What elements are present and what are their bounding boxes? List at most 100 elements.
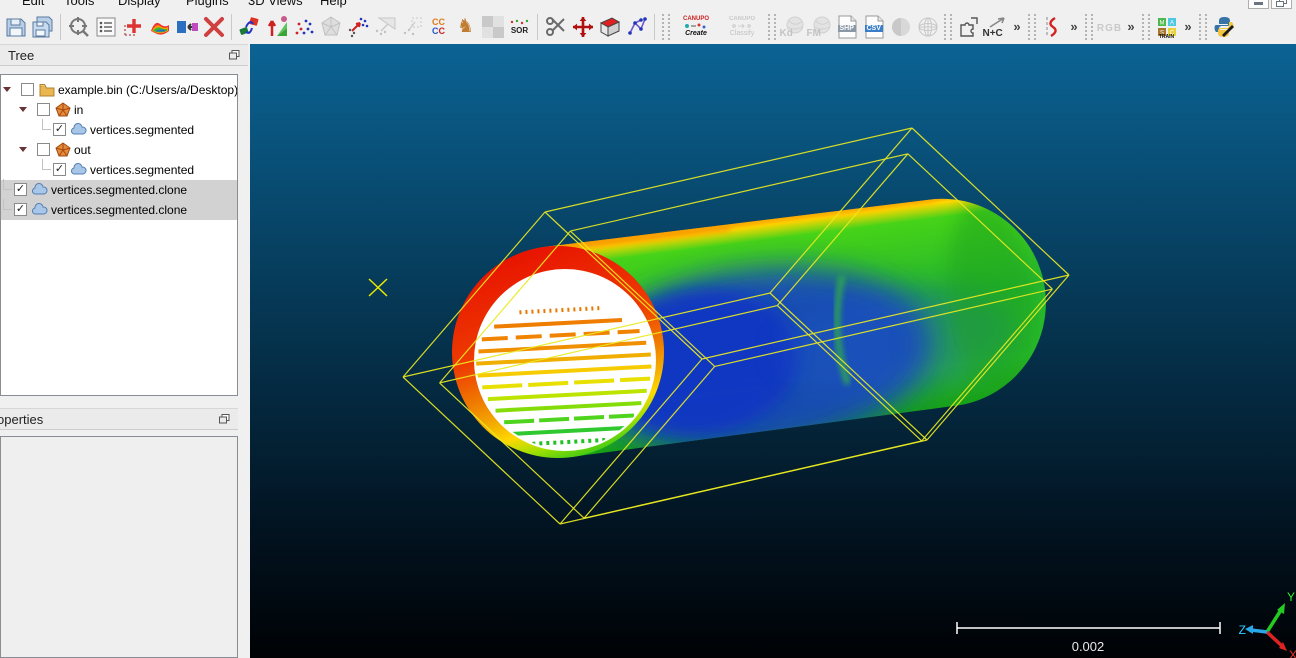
mdi-restore-button[interactable] [1271,0,1292,9]
visibility-checkbox[interactable] [37,143,50,156]
visibility-checkbox[interactable]: ✓ [14,183,27,196]
tree-item-label[interactable]: vertices.segmented [90,163,194,177]
tree-item-label[interactable]: example.bin (C:/Users/a/Desktop) [58,83,238,97]
tree-item-label[interactable]: vertices.segmented.clone [51,183,187,197]
sample-points-button[interactable] [290,12,317,41]
sor-filter-button[interactable]: SOR [506,12,533,41]
properties-panel-title: operties [0,409,43,430]
register-clouds-button[interactable] [236,12,263,41]
merge-add-button[interactable] [119,12,146,41]
save-all-icon [31,15,55,39]
toolbar-drag-handle[interactable] [944,14,952,40]
cc-compare-icon: CCCC [432,18,445,36]
float-panel-icon[interactable] [229,50,240,61]
cloud-icon [71,122,87,138]
tree-item-label[interactable]: in [74,103,83,117]
delete-button[interactable] [200,12,227,41]
tree-item-label[interactable]: vertices.segmented [90,123,194,137]
toolbar-drag-handle[interactable] [1142,14,1150,40]
expander-arrow-icon[interactable] [3,87,11,92]
gl-3d-view[interactable]: 0.002 Y X Z [250,44,1296,658]
expander-arrow-icon[interactable] [19,147,27,152]
tree-item-label[interactable]: vertices.segmented.clone [51,203,187,217]
toolbar-drag-handle[interactable] [1085,14,1093,40]
canupo-classify-button[interactable]: CANUPOClassify [719,12,765,41]
toolbar-drag-handle[interactable] [662,14,670,40]
cloud-icon [32,182,48,198]
segment-scissors-button[interactable] [542,12,569,41]
console-list-icon [94,15,118,39]
mesh-sphere-button[interactable] [317,12,344,41]
wireframe-globe-button[interactable] [914,12,941,41]
tree-row[interactable]: ✓ vertices.segmented [1,120,237,140]
toolbar-overflow-chevron[interactable]: » [1009,19,1025,34]
cc-compare-button[interactable]: CCCC [425,12,452,41]
cloud-cloud-distance-button[interactable] [344,12,371,41]
scale-bar-label: 0.002 [1072,639,1105,654]
visibility-checkbox[interactable] [21,83,34,96]
menu-item-3d-views[interactable]: 3D Views [248,0,303,9]
cloud-icon [71,162,87,178]
python-editor-button[interactable] [1210,12,1237,41]
visibility-checkbox[interactable] [37,103,50,116]
connected-components-button[interactable] [623,12,650,41]
global-shift-button[interactable] [65,12,92,41]
menu-item-tools[interactable]: Tools [64,0,94,9]
visibility-checkbox[interactable]: ✓ [53,123,66,136]
db-tree[interactable]: example.bin (C:/Users/a/Desktop) in ✓ verti… [0,74,238,396]
toolbar-drag-handle[interactable] [1199,14,1207,40]
toolbar-overflow-chevron[interactable]: » [1066,19,1082,34]
checkerboard-button[interactable] [479,12,506,41]
tree-row[interactable]: ✓ vertices.segmented.clone [1,180,237,200]
cross-section-button[interactable] [596,12,623,41]
save-button[interactable] [2,12,29,41]
toolbar-overflow-chevron[interactable]: » [1180,19,1196,34]
scale-bar [957,622,1220,634]
align-entities-icon [175,15,199,39]
shp-export-button[interactable]: SHP [833,12,860,41]
visibility-checkbox[interactable]: ✓ [53,163,66,176]
toolbar-drag-handle[interactable] [768,14,776,40]
float-panel-icon[interactable] [219,414,230,425]
align-entities-button[interactable] [173,12,200,41]
expander-arrow-icon[interactable] [19,107,27,112]
cloud-mesh-distance-icon [373,15,397,39]
console-list-button[interactable] [92,12,119,41]
tree-branch-line [42,119,51,130]
menu-item-help[interactable]: Help [320,0,347,9]
toolbar-overflow-chevron[interactable]: » [1123,19,1139,34]
kd-tree-button[interactable]: Kd [779,12,806,41]
nearest-neighbor-button[interactable] [398,12,425,41]
normals-plus-colors-button[interactable]: N+C [982,12,1009,41]
csv-export-button[interactable]: CSV [860,12,887,41]
visibility-checkbox[interactable]: ✓ [14,203,27,216]
rgb-filter-button[interactable]: RGB [1096,12,1123,41]
masc-train-icon: MASCTRAIN [1157,17,1177,37]
mdi-minimize-button[interactable] [1248,0,1269,9]
mesh-icon [55,142,71,158]
tree-row[interactable]: ✓ vertices.segmented [1,160,237,180]
tree-row[interactable]: in [1,100,237,120]
rainbow-color-button[interactable] [146,12,173,41]
masc-train-button[interactable]: MASCTRAIN [1153,12,1180,41]
save-all-button[interactable] [29,12,56,41]
compute-normals-icon [265,15,289,39]
cloud-mesh-distance-button[interactable] [371,12,398,41]
fast-marching-button[interactable]: FM [806,12,833,41]
tree-row[interactable]: example.bin (C:/Users/a/Desktop) [1,80,237,100]
compute-normals-button[interactable] [263,12,290,41]
toolbar-drag-handle[interactable] [1028,14,1036,40]
menu-item-edit[interactable]: Edit [22,0,44,9]
tree-item-label[interactable]: out [74,143,91,157]
canupo-create-button[interactable]: CANUPOCreate [673,12,719,41]
menu-item-display[interactable]: Display [118,0,161,9]
sphere-gray-button[interactable] [887,12,914,41]
mesh-sphere-icon [319,15,343,39]
tree-row[interactable]: out [1,140,237,160]
tree-row[interactable]: ✓ vertices.segmented.clone [1,200,237,220]
spline-fit-button[interactable] [1039,12,1066,41]
statistical-test-button[interactable]: ♞ [452,12,479,41]
translate-rotate-button[interactable] [569,12,596,41]
puzzle-plugin-button[interactable] [955,12,982,41]
menu-item-plugins[interactable]: Plugins [186,0,229,9]
